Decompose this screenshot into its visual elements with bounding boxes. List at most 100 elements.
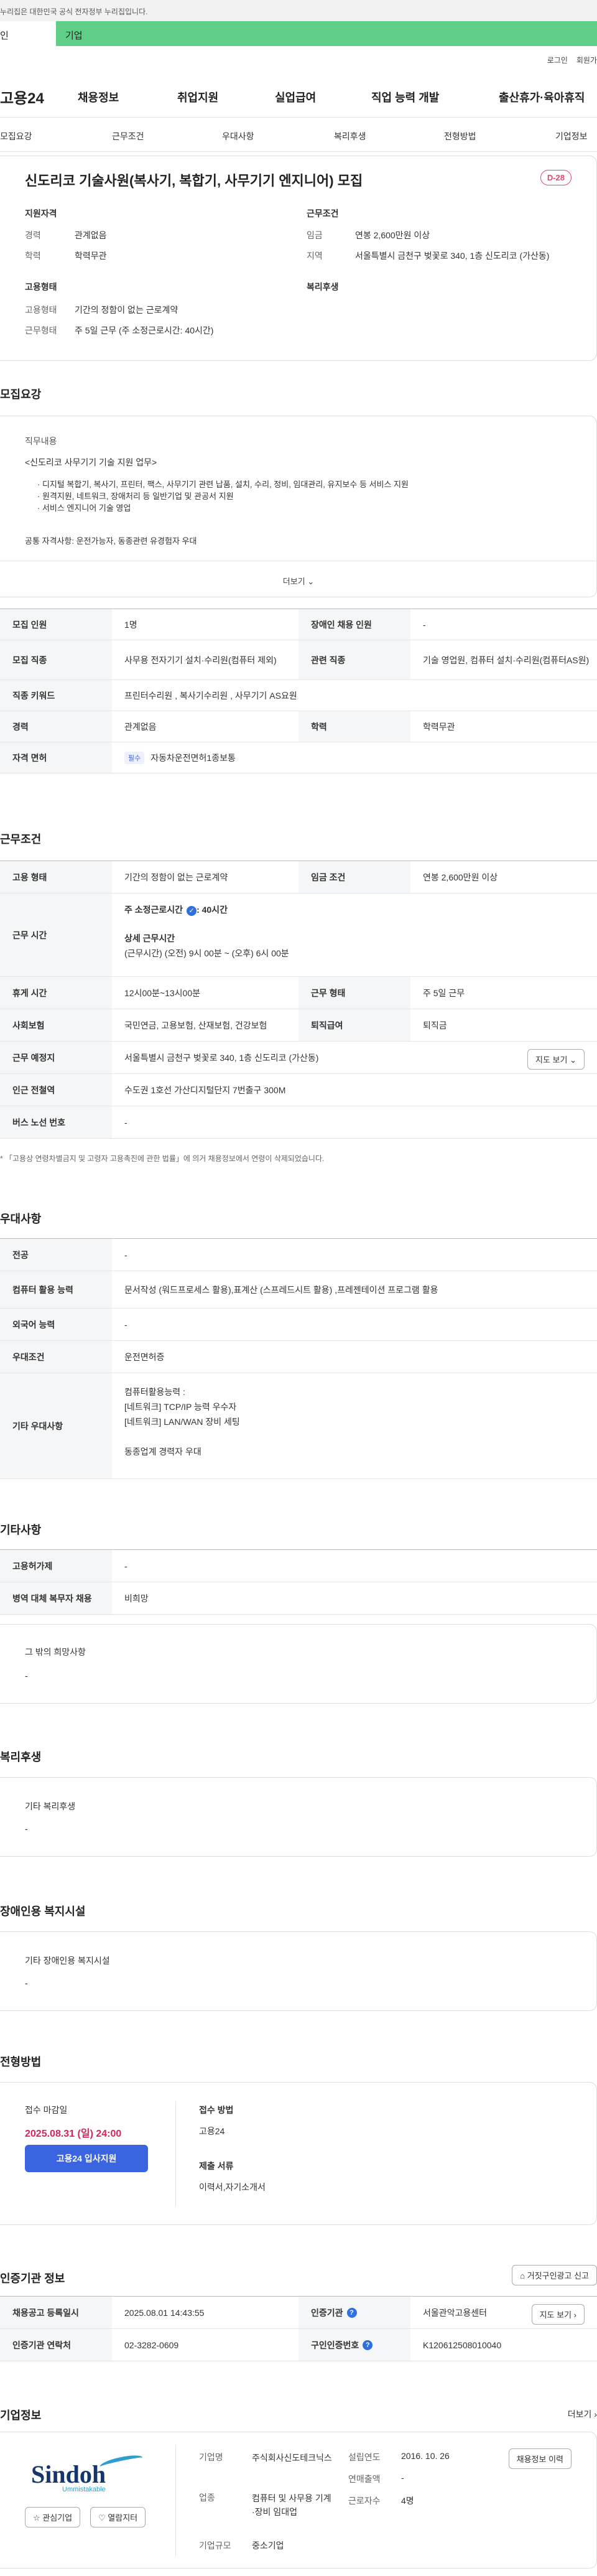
- selection-card: 접수 마감일 2025.08.31 (일) 24:00 고용24 입사지원 접수…: [0, 2082, 597, 2225]
- method-val: 고용24: [199, 2126, 225, 2136]
- login-link[interactable]: 로그인: [547, 56, 568, 65]
- sub-nav-preference[interactable]: 우대사항: [222, 130, 254, 142]
- sub-nav-recruit[interactable]: 모집요강: [0, 130, 32, 142]
- gnb-item-support[interactable]: 취업지원: [177, 89, 218, 105]
- gnb-item-unemployment[interactable]: 실업급여: [275, 89, 316, 105]
- summary-region-key: 지역: [307, 251, 323, 261]
- wage-val: 연봉 2,600만원 이상: [423, 872, 498, 882]
- hours-detail: (근무시간) (오전) 9시 00분 ~ (오후) 6시 00분: [124, 948, 289, 958]
- sub-nav-conditions[interactable]: 근무조건: [112, 130, 144, 142]
- id-key-cell: 구인인증번호?: [298, 2329, 410, 2361]
- other-pref-line: [네트워크] LAN/WAN 장비 세팅: [124, 1417, 240, 1427]
- sub-nav-selection[interactable]: 전형방법: [444, 130, 476, 142]
- headcount-val: 1명: [124, 619, 137, 630]
- duty-list: · 디지털 복합기, 복사기, 프린터, 팩스, 사무기기 관련 납품, 설치,…: [37, 478, 409, 514]
- duty-item: · 서비스 엔지니어 기술 영업: [37, 503, 131, 513]
- table-row: 전공 -: [0, 1239, 597, 1271]
- divider: [175, 2101, 176, 2207]
- conditions-section-title: 근무조건: [0, 833, 42, 846]
- keyword-val: 프린터수리원 , 복사기수리원 , 사무기기 AS요원: [124, 690, 297, 701]
- table-row: 기타 우대사항 컴퓨터활용능력 : [네트워크] TCP/IP 능력 우수자 […: [0, 1373, 597, 1479]
- hours-cell: 주 소정근로시간 ✓: 40시간 상세 근무시간 (근무시간) (오전) 9시 0…: [112, 894, 302, 976]
- table-row: 채용공고 등록일시 2025.08.01 14:43:55 인증기관? 서울관악…: [0, 2297, 597, 2329]
- keyword-key: 직종 키워드: [0, 680, 112, 711]
- summary-work-type-key: 근무형태: [25, 325, 57, 335]
- cert-section-title: 인증기관 정보: [0, 2272, 65, 2285]
- table-row: 근무 시간 주 소정근로시간 ✓: 40시간 상세 근무시간 (근무시간) (오전…: [0, 894, 597, 977]
- reg-val: 2025.08.01 14:43:55: [124, 2307, 205, 2318]
- follow-button[interactable]: ♡ 열람지터: [90, 2507, 146, 2527]
- deadline-label: 접수 마감일: [25, 2105, 68, 2115]
- company-logo-text: Sindoh: [31, 2460, 106, 2488]
- edu-key: 학력: [298, 711, 410, 742]
- summary-edu-val: 학력무관: [75, 251, 107, 261]
- reg-key: 채용공고 등록일시: [0, 2297, 112, 2328]
- sub-nav-company[interactable]: 기업정보: [555, 130, 588, 142]
- map-button[interactable]: 지도 보기 ⌄: [527, 1049, 585, 1070]
- company-more-link[interactable]: 더보기 ›: [568, 2408, 597, 2420]
- info-icon[interactable]: ?: [346, 2307, 357, 2318]
- summary-region-val: 서울특별시 금천구 벚꽃로 340, 1층 신도리코 (가산동): [355, 251, 550, 261]
- etc-section-title: 기타사항: [0, 1524, 42, 1536]
- job-history-button[interactable]: 채용정보 이력: [508, 2448, 572, 2469]
- military-val: 비희망: [124, 1593, 149, 1603]
- table-row: 인증기관 연락처 02-3282-0609 구인인증번호? K120612508…: [0, 2329, 597, 2361]
- conditions-title: 근무조건: [307, 208, 339, 218]
- house-icon: ⌂: [520, 2271, 525, 2280]
- map-button-label: 지도 보기: [539, 2310, 572, 2320]
- gnb-item-leave[interactable]: 출산휴가·육아휴직: [499, 89, 585, 105]
- other-pref-key: 기타 우대사항: [0, 1373, 112, 1478]
- welfare-card: 기타 복리후생 -: [0, 1777, 597, 1857]
- lang-val: -: [124, 1319, 127, 1330]
- cond-key: 우대조건: [0, 1341, 112, 1373]
- company-card: Sindoh Ummistakable ☆ 관심기업 ♡ 열람지터 기업명 주식…: [0, 2432, 597, 2569]
- job-key: 모집 직종: [0, 640, 112, 679]
- duty-item: · 원격지원, 네트워크, 장애처리 등 일반기업 및 관공서 지원: [37, 492, 234, 501]
- wage-key: 임금 조건: [298, 861, 410, 893]
- sub-nav-welfare[interactable]: 복리후생: [334, 130, 366, 142]
- edu-val: 학력무관: [423, 721, 455, 732]
- site-logo[interactable]: 고용24: [0, 86, 44, 108]
- insurance-val: 국민연금, 고용보험, 산재보험, 건강보험: [124, 1020, 267, 1030]
- required-badge: 필수: [124, 751, 145, 764]
- retire-key: 퇴직급여: [298, 1009, 410, 1041]
- table-row: 자격 면허 필수 자동차운전면허1종보통: [0, 742, 597, 773]
- map-button[interactable]: 지도 보기 ›: [531, 2304, 585, 2325]
- major-val: -: [124, 1249, 127, 1260]
- interest-button[interactable]: ☆ 관심기업: [25, 2507, 81, 2527]
- more-label: 더보기: [282, 577, 305, 586]
- gnb-item-jobs[interactable]: 채용정보: [78, 89, 119, 105]
- employees-key: 근로자수: [348, 2496, 381, 2506]
- utility-links: 로그인 회원가: [539, 55, 597, 65]
- headcount-key: 모집 인원: [0, 609, 112, 640]
- break-key: 휴게 시간: [0, 977, 112, 1009]
- table-row: 근무 예정지 서울특별시 금천구 벚꽃로 340, 1층 신도리코 (가산동) …: [0, 1042, 597, 1074]
- retire-val: 퇴직금: [423, 1020, 447, 1030]
- info-icon[interactable]: ?: [363, 2340, 373, 2350]
- related-val: 기술 영업원, 컴퓨터 설치·수리원(컴퓨터AS원): [423, 655, 590, 665]
- map-button-label: 지도 보기: [535, 1055, 568, 1065]
- license-val-cell: 필수 자동차운전면허1종보통: [112, 742, 236, 773]
- other-pref-line: [네트워크] TCP/IP 능력 우수자: [124, 1402, 237, 1412]
- welfare-section-title: 복리후생: [0, 1751, 42, 1763]
- more-button[interactable]: 더보기 ⌄: [0, 561, 597, 597]
- welfare-label: 기타 복리후생: [25, 1801, 76, 1811]
- career-val: 관계없음: [124, 721, 157, 732]
- apply-button[interactable]: 고용24 입사지원: [25, 2145, 148, 2172]
- conditions-table: 고용 형태 기간의 정함이 없는 근로계약 임금 조건 연봉 2,600만원 이…: [0, 861, 597, 1139]
- report-button[interactable]: ⌂ 거짓구인광고 신고: [512, 2265, 597, 2285]
- gnb-item-training[interactable]: 직업 능력 개발: [371, 89, 439, 105]
- tab-person[interactable]: 인: [0, 21, 56, 46]
- sales-key: 연매출액: [348, 2474, 381, 2484]
- table-row: 우대조건 운전면허증: [0, 1341, 597, 1373]
- signup-link[interactable]: 회원가: [576, 56, 597, 65]
- bus-val: -: [124, 1117, 127, 1127]
- tab-corp[interactable]: 기업: [56, 21, 597, 46]
- company-section-title: 기업정보: [0, 2409, 42, 2422]
- recruit-table: 모집 인원 1명 장애인 채용 인원 - 모집 직종 사무용 전자기기 설치·수…: [0, 609, 597, 773]
- etc-other-title: 그 밖의 희망사항: [25, 1647, 86, 1657]
- tab-corp-label: 기업: [65, 30, 83, 41]
- summary-career-val: 관계없음: [75, 230, 107, 240]
- info-icon[interactable]: ✓: [187, 906, 197, 916]
- welfare-title: 복리후생: [307, 282, 339, 292]
